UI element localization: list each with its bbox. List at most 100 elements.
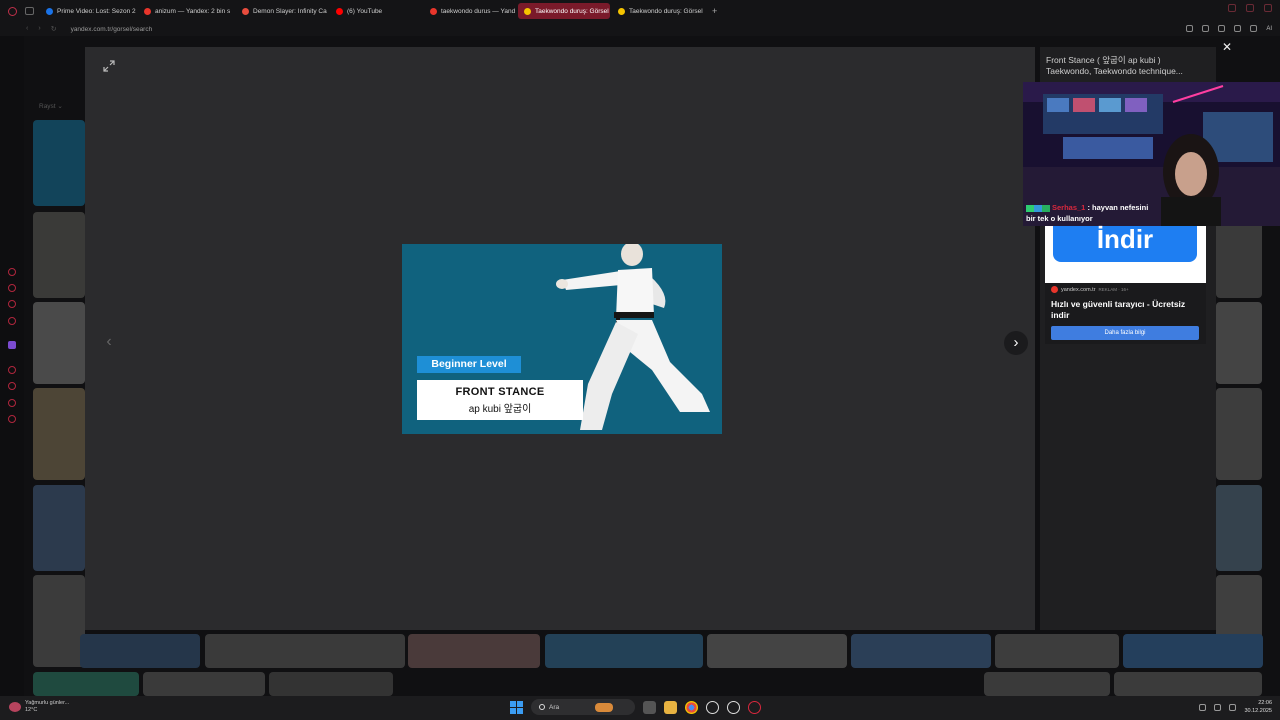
tab-favicon-icon	[618, 7, 625, 15]
sidebar-app-icon[interactable]	[8, 317, 16, 325]
window-close-icon[interactable]	[1264, 4, 1272, 12]
image-title[interactable]: Front Stance ( 앞굽이 ap kubi ) Taekwondo, …	[1046, 55, 1206, 77]
task-view-icon[interactable]	[643, 700, 656, 714]
twitch-icon[interactable]	[8, 341, 16, 349]
tab-label: (6) YouTube	[347, 7, 383, 15]
new-tab-button[interactable]: +	[706, 6, 723, 16]
bookmark-icon[interactable]	[1186, 25, 1194, 32]
result-thumbnail[interactable]	[1123, 634, 1263, 668]
result-thumbnail[interactable]	[408, 634, 540, 668]
sidebar-app-icon[interactable]	[8, 268, 16, 276]
ad-card[interactable]: İndir yandex.com.tr REKLAM · 16+ Hızlı v…	[1045, 226, 1206, 344]
result-thumbnail[interactable]	[33, 302, 85, 384]
app-icon[interactable]	[727, 700, 740, 714]
close-viewer-button[interactable]: ✕	[1220, 40, 1234, 54]
clock-date: 30.12.2025	[1244, 707, 1272, 714]
maximize-icon[interactable]	[1246, 4, 1254, 12]
result-thumbnail[interactable]	[1216, 302, 1262, 384]
result-thumbnail[interactable]	[1216, 388, 1262, 480]
sidebar-app-icon[interactable]	[8, 366, 16, 374]
browser-taskbar-icon[interactable]	[748, 700, 761, 714]
stance-title: FRONT STANCE	[455, 386, 545, 398]
forward-icon[interactable]: ›	[38, 25, 40, 33]
ad-headline[interactable]: Hızlı ve güvenli tarayıcı - Ücretsiz ind…	[1051, 299, 1203, 320]
tab-favicon-icon	[242, 7, 249, 15]
clock[interactable]: 22:06 30.12.2025	[1244, 700, 1272, 715]
file-explorer-icon[interactable]	[664, 700, 677, 714]
ad-more-info-button[interactable]: Daha fazla bilgi	[1051, 326, 1199, 340]
network-icon[interactable]	[1214, 704, 1222, 711]
sidebar-app-icon[interactable]	[8, 415, 16, 423]
previous-image-button[interactable]: ‹	[100, 332, 118, 352]
clock-time: 22:06	[1258, 700, 1272, 706]
reader-icon[interactable]	[1202, 25, 1210, 32]
result-thumbnail[interactable]	[33, 485, 85, 571]
result-thumbnail[interactable]	[984, 672, 1110, 696]
result-thumbnail[interactable]	[1114, 672, 1262, 696]
chat-badges-icon	[1026, 204, 1050, 212]
filter-dropdown[interactable]: Rayst ⌄	[39, 102, 63, 110]
browser-tab[interactable]: taekwondo durus — Yand	[424, 3, 516, 19]
result-thumbnail[interactable]	[33, 575, 85, 667]
result-thumbnail[interactable]	[33, 212, 85, 298]
preview-image[interactable]: Beginner Level FRONT STANCE ap kubi 앞굽이	[402, 244, 722, 434]
tab-label: Taekwondo duruş: Görsel	[629, 7, 703, 15]
sidebar-app-icon[interactable]	[8, 399, 16, 407]
stance-caption: FRONT STANCE ap kubi 앞굽이	[417, 380, 583, 420]
heart-icon[interactable]	[1234, 25, 1242, 32]
extensions-icon[interactable]	[1250, 25, 1258, 32]
browser-tab[interactable]: Taekwondo duruş: Görsel	[612, 3, 704, 19]
reload-icon[interactable]: ↻	[51, 25, 57, 33]
chat-text: : hayvan nefesini	[1087, 203, 1149, 212]
tab-label: Taekwondo duruş: Görsel	[535, 7, 609, 15]
search-icon	[539, 704, 545, 710]
browser-tab[interactable]: Taekwondo duruş: Görsel	[518, 3, 610, 19]
result-thumbnail[interactable]	[995, 634, 1119, 668]
send-icon[interactable]	[1218, 25, 1226, 32]
result-thumbnail[interactable]	[33, 120, 85, 206]
start-icon[interactable]	[510, 700, 523, 714]
back-icon[interactable]: ‹	[26, 25, 28, 33]
minimize-icon[interactable]	[1228, 4, 1236, 12]
browser-tab[interactable]: Prime Video: Lost: Sezon 2	[40, 3, 136, 19]
url-field[interactable]: yandex.com.tr/gorsel/search	[71, 26, 153, 33]
tab-favicon-icon	[46, 7, 53, 15]
image-title-line2: Taekwondo, Taekwondo technique...	[1046, 66, 1183, 76]
result-thumbnail[interactable]	[1216, 485, 1262, 571]
fullscreen-icon[interactable]	[103, 60, 115, 72]
sidebar-app-icon[interactable]	[8, 284, 16, 292]
ad-tag: REKLAM · 16+	[1098, 287, 1129, 292]
tab-favicon-icon	[524, 7, 531, 15]
app-icon[interactable]	[706, 700, 719, 714]
sidebar-app-icon[interactable]	[8, 382, 16, 390]
browser-tab[interactable]: (6) YouTube	[330, 3, 422, 19]
result-thumbnail[interactable]	[205, 634, 405, 668]
result-thumbnail[interactable]	[80, 634, 200, 668]
search-placeholder: Ara	[549, 703, 560, 711]
ai-button[interactable]: AI	[1266, 26, 1272, 32]
result-thumbnail[interactable]	[33, 672, 139, 696]
chrome-icon[interactable]	[685, 700, 698, 714]
result-thumbnail[interactable]	[143, 672, 265, 696]
weather-widget[interactable]: Yağmurlu günler... 12°C	[9, 700, 69, 714]
result-thumbnail[interactable]	[33, 388, 85, 480]
volume-icon[interactable]	[1229, 704, 1237, 711]
tab-label: Prime Video: Lost: Sezon 2	[57, 7, 136, 15]
sidebar-app-icon[interactable]	[8, 300, 16, 308]
browser-sidebar	[0, 36, 24, 696]
taskbar-search[interactable]: Ara	[531, 699, 635, 715]
result-thumbnail[interactable]	[707, 634, 847, 668]
browser-tab[interactable]: Demon Slayer: Infinity Ca	[236, 3, 328, 19]
ad-banner[interactable]: İndir	[1045, 226, 1206, 283]
yandex-icon	[1051, 286, 1058, 293]
tab-label: taekwondo durus — Yand	[441, 7, 516, 15]
ad-download-button[interactable]: İndir	[1053, 226, 1197, 262]
next-image-button[interactable]: ›	[1004, 331, 1028, 355]
result-thumbnail[interactable]	[269, 672, 393, 696]
result-thumbnail[interactable]	[545, 634, 703, 668]
tray-chevron-icon[interactable]	[1199, 704, 1207, 711]
tab-overview-icon[interactable]	[25, 7, 34, 15]
result-thumbnail[interactable]	[851, 634, 991, 668]
browser-tab[interactable]: anizum — Yandex: 2 bin s	[138, 3, 234, 19]
browser-menu-icon[interactable]	[8, 6, 17, 16]
